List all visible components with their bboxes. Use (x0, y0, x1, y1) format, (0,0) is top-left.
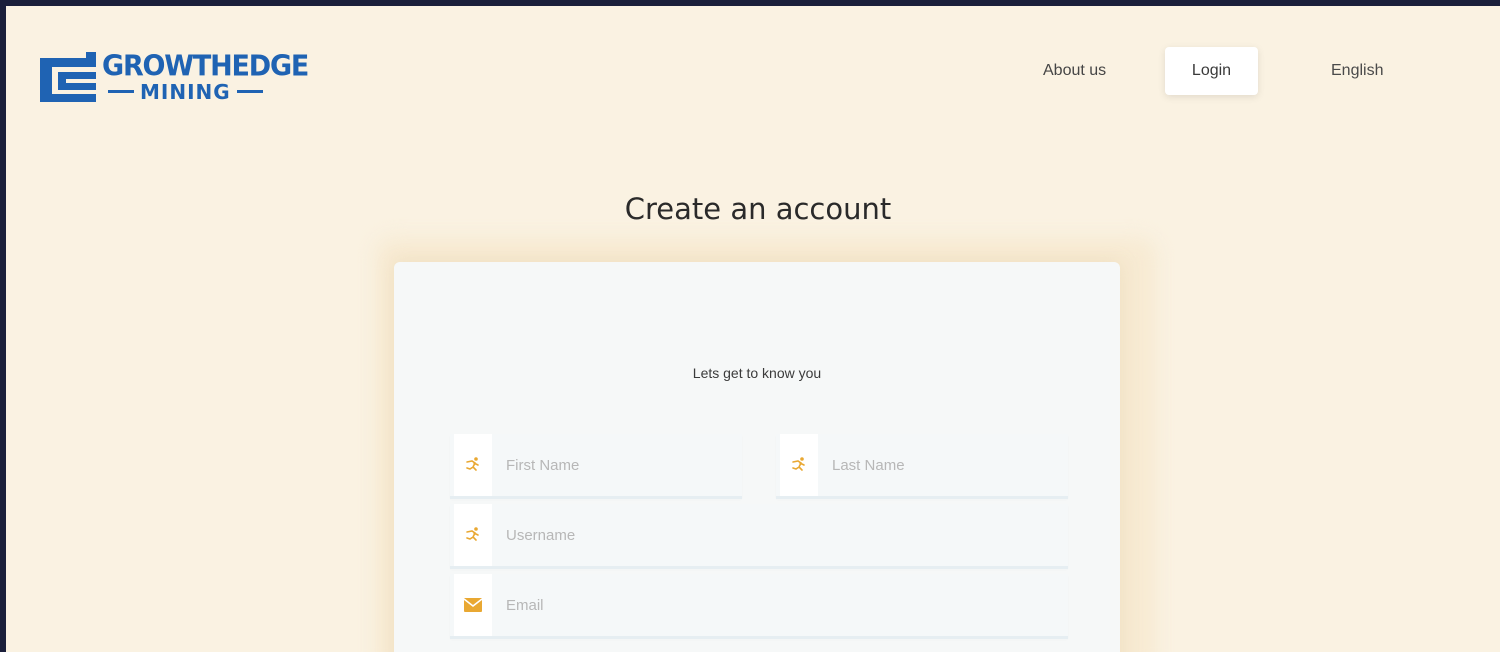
nav-about-link[interactable]: About us (1043, 62, 1106, 80)
brand-dash-left (108, 90, 134, 93)
first-name-input[interactable] (506, 434, 728, 496)
brand-logo[interactable]: GROWTHEDGE MINING (40, 49, 309, 102)
username-field (450, 504, 1068, 569)
language-selector[interactable]: English (1331, 62, 1383, 80)
brand-name-line1: GROWTHEDGE (102, 49, 309, 83)
brand-name-line2-row: MINING (102, 82, 308, 102)
page-title: Create an account (624, 192, 892, 226)
form-subtitle: Lets get to know you (692, 365, 822, 381)
brand-wordmark: GROWTHEDGE MINING (102, 49, 309, 102)
login-button[interactable]: Login (1165, 47, 1258, 95)
last-name-input[interactable] (832, 434, 1054, 496)
running-person-icon (454, 504, 492, 566)
brand-name-line2: MINING (140, 79, 231, 104)
signup-card: Lets get to know you (394, 262, 1120, 652)
page: GROWTHEDGE MINING About us Login English… (6, 6, 1500, 652)
email-input[interactable] (506, 574, 1054, 636)
email-field (450, 574, 1068, 639)
growthedge-logo-icon (40, 52, 96, 102)
brand-dash-right (236, 90, 263, 93)
running-person-icon (780, 434, 818, 496)
running-person-icon (454, 434, 492, 496)
last-name-field (776, 434, 1068, 499)
username-input[interactable] (506, 504, 1054, 566)
first-name-field (450, 434, 742, 499)
envelope-icon (454, 574, 492, 636)
